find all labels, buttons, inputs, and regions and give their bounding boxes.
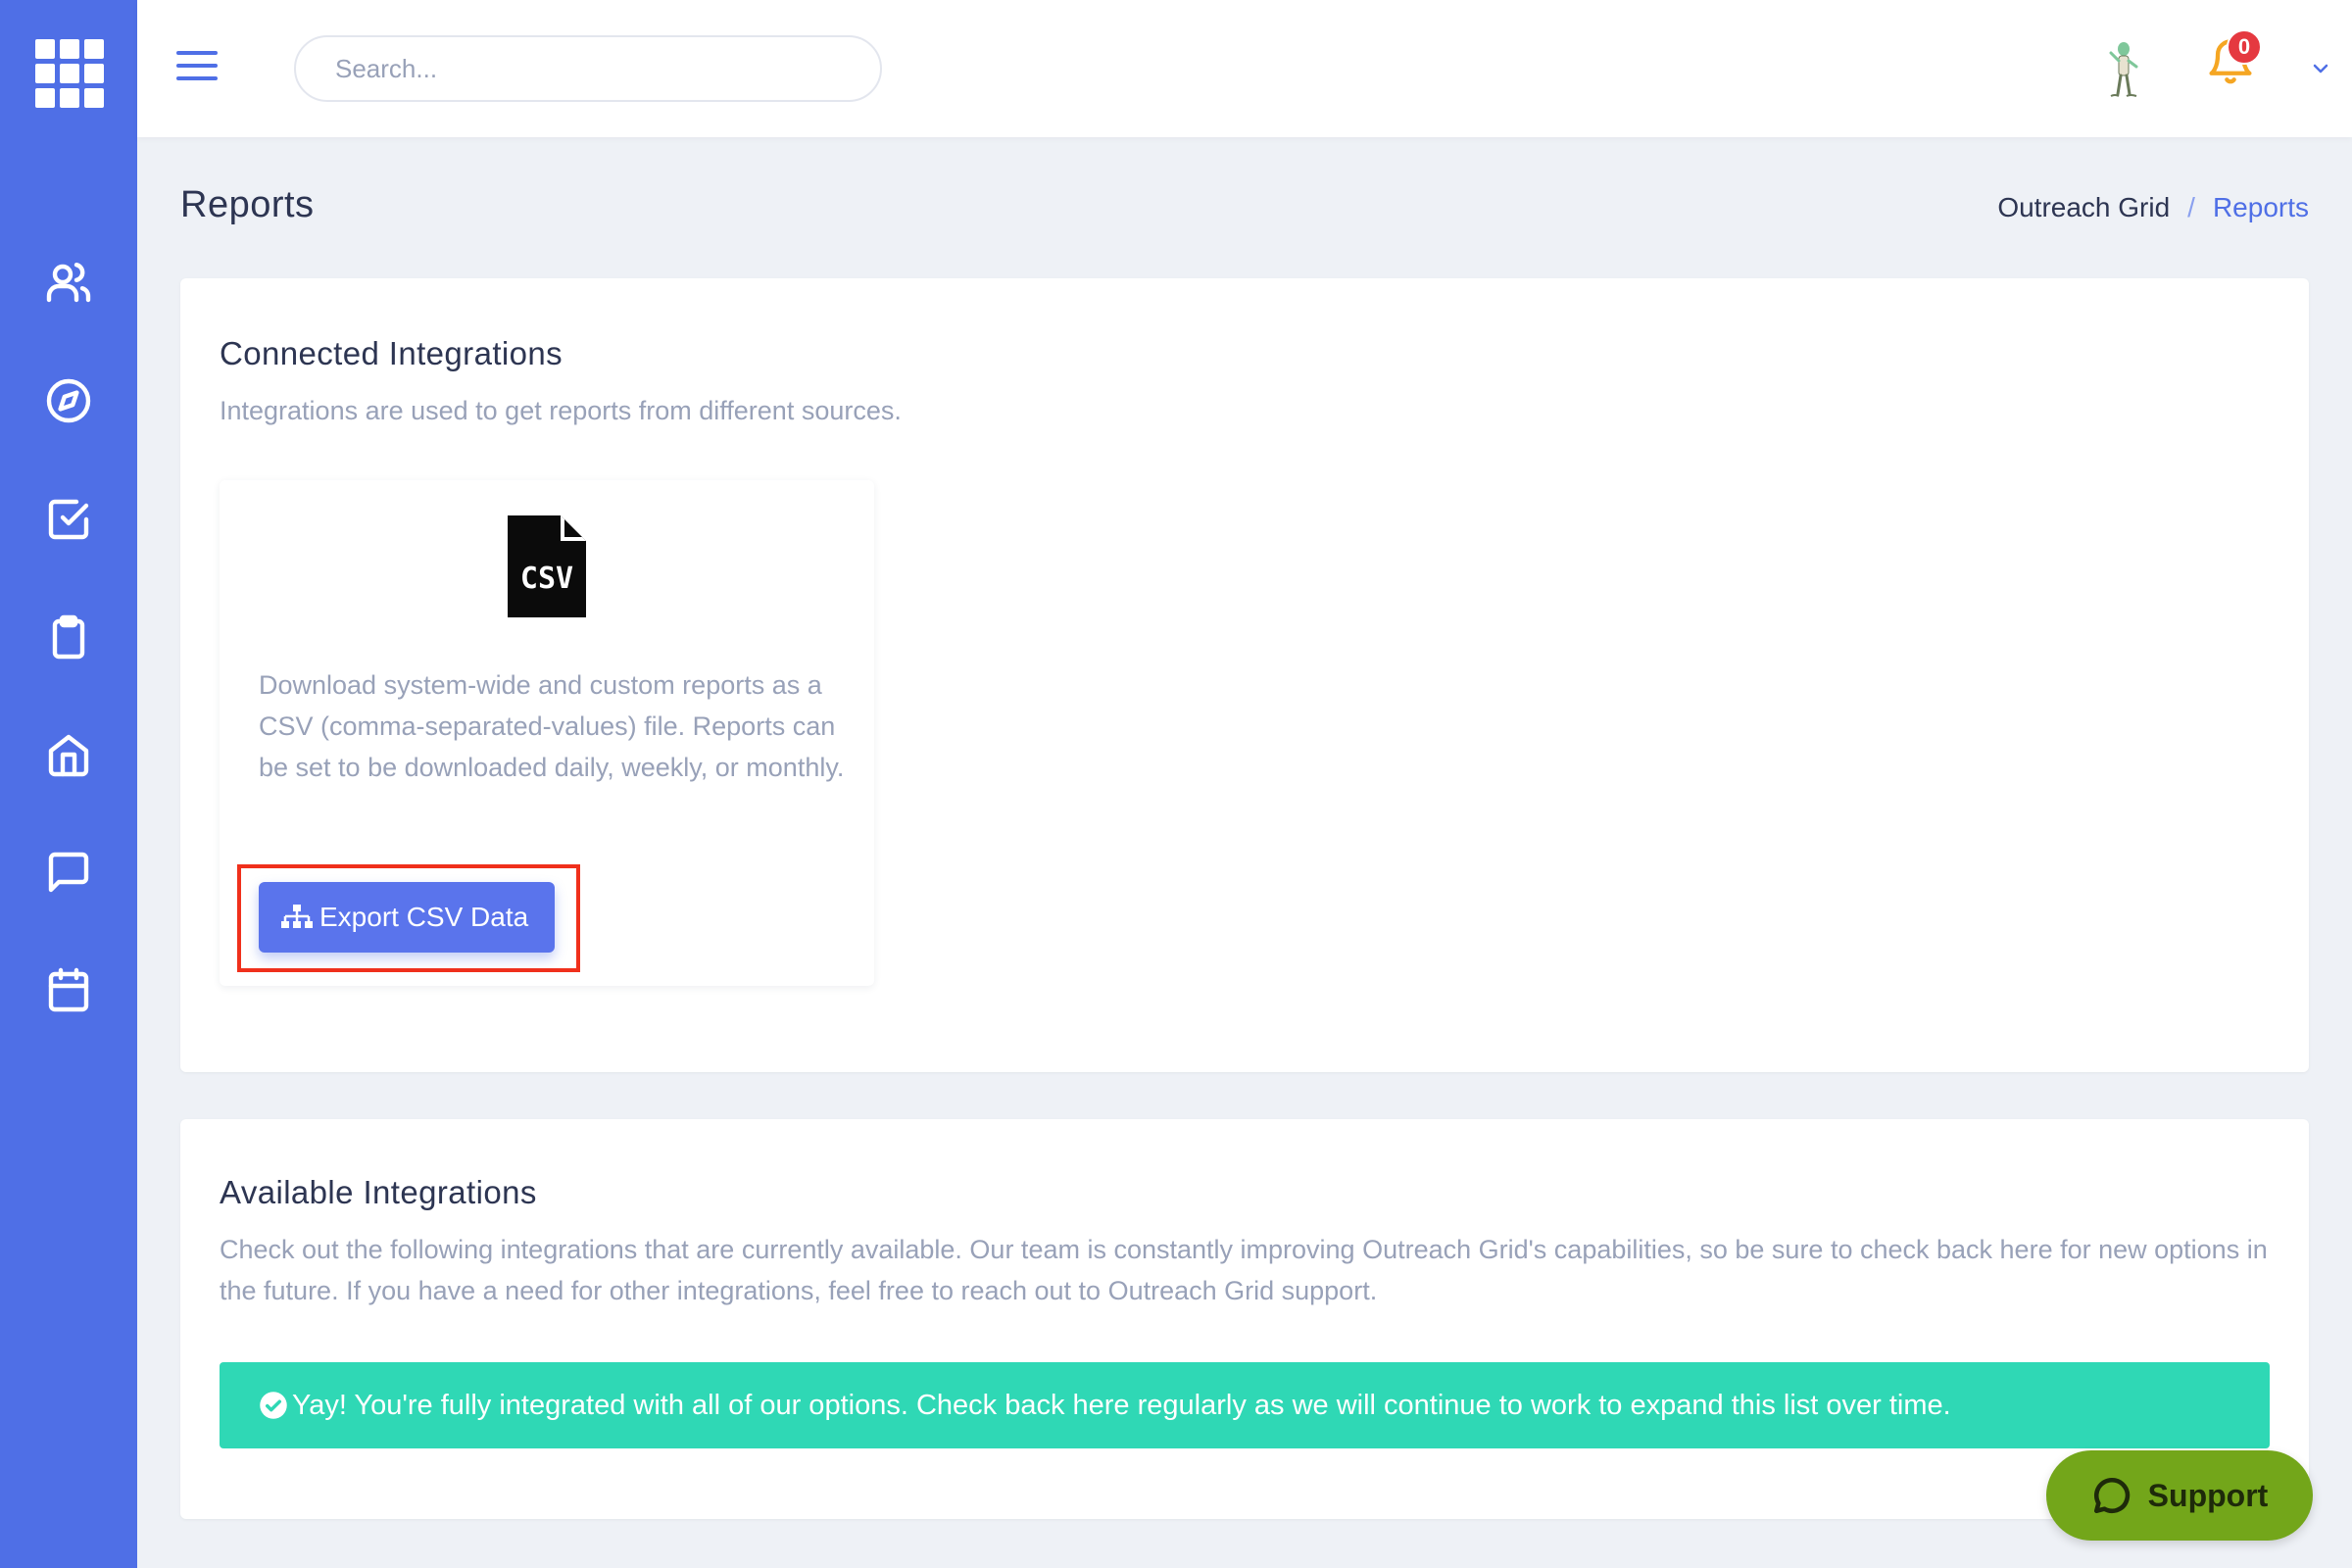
checkbox-icon — [48, 499, 89, 540]
breadcrumb-separator: / — [2187, 192, 2195, 222]
available-integrations-title: Available Integrations — [220, 1174, 537, 1210]
sidebar-item-home[interactable] — [39, 725, 98, 784]
compass-icon — [46, 378, 91, 423]
chat-bubble-icon — [2093, 1477, 2130, 1514]
sidebar — [0, 0, 137, 1568]
users-icon — [46, 263, 91, 303]
sidebar-item-calendar[interactable] — [39, 960, 98, 1019]
sidebar-item-explore[interactable] — [39, 371, 98, 430]
calendar-icon — [48, 967, 89, 1012]
breadcrumb: Outreach Grid / Reports — [1997, 192, 2309, 223]
clipboard-icon — [52, 614, 85, 660]
breadcrumb-item-home[interactable]: Outreach Grid — [1997, 192, 2170, 223]
search-input[interactable] — [294, 35, 882, 102]
page-title: Reports — [180, 184, 315, 225]
csv-integration-card: CSV Download system-wide and custom repo… — [220, 480, 874, 986]
connected-integrations-title: Connected Integrations — [220, 335, 564, 371]
sidebar-item-messages[interactable] — [39, 843, 98, 902]
home-icon — [48, 734, 89, 777]
check-circle-icon — [260, 1392, 287, 1419]
support-button[interactable]: Support — [2046, 1450, 2313, 1541]
sidebar-item-users[interactable] — [39, 253, 98, 312]
menu-toggle-icon[interactable] — [176, 51, 218, 84]
avatar[interactable] — [2097, 39, 2152, 102]
support-label: Support — [2147, 1477, 2269, 1513]
export-csv-label: Export CSV Data — [319, 902, 529, 932]
app-grid-logo-icon[interactable] — [35, 39, 104, 108]
chevron-down-icon[interactable] — [2309, 57, 2332, 80]
notification-count-badge: 0 — [2227, 29, 2262, 65]
sitemap-icon — [281, 905, 313, 928]
csv-integration-description: Download system-wide and custom reports … — [259, 670, 845, 782]
sidebar-item-reports[interactable] — [39, 608, 98, 666]
connected-integrations-card: Connected Integrations Integrations are … — [180, 278, 2309, 1072]
csv-icon-label: CSV — [520, 562, 573, 596]
export-csv-button[interactable]: Export CSV Data — [259, 882, 555, 953]
chat-icon — [48, 852, 89, 893]
top-header: 0 — [137, 0, 2352, 137]
success-alert: Yay! You're fully integrated with all of… — [220, 1362, 2270, 1448]
sidebar-item-tasks[interactable] — [39, 490, 98, 549]
avatar-figure-icon — [2109, 42, 2138, 97]
csv-file-icon: CSV — [508, 515, 586, 617]
success-alert-text: Yay! You're fully integrated with all of… — [292, 1389, 1951, 1421]
available-integrations-card: Available Integrations Check out the fol… — [180, 1119, 2309, 1519]
available-integrations-description: Check out the following integrations tha… — [220, 1235, 2268, 1305]
connected-integrations-subtitle: Integrations are used to get reports fro… — [220, 396, 902, 425]
breadcrumb-item-current: Reports — [2212, 192, 2309, 222]
